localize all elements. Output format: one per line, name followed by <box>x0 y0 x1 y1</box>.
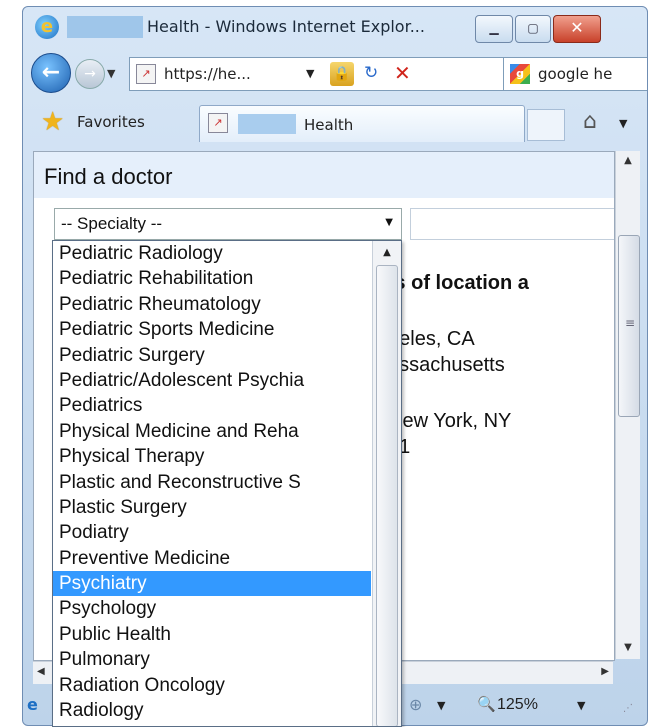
search-box[interactable]: g google he <box>503 57 647 91</box>
star-icon: ★ <box>41 107 65 137</box>
forward-arrow-icon: → <box>84 66 96 82</box>
back-button[interactable]: ← <box>31 53 71 93</box>
dropdown-option[interactable]: Pediatric Surgery <box>53 343 371 368</box>
specialty-dropdown-list[interactable]: Pediatric Radiology Pediatric Rehabilitat… <box>52 240 402 727</box>
tab-health[interactable]: ↗ Health <box>199 105 525 142</box>
dropdown-option[interactable]: Pediatric/Adolescent Psychia <box>53 368 371 393</box>
background-line: New York, NY <box>388 410 512 432</box>
dropdown-scroll-up-icon[interactable]: ▲ <box>373 247 401 258</box>
background-line: assachusetts <box>388 354 505 376</box>
redacted-tab-block <box>238 114 296 134</box>
dropdown-scrollbar[interactable]: ▲ <box>372 241 401 726</box>
favorites-bar: ★ Favorites ↗ Health ⌂ ▼ <box>23 99 647 147</box>
zoom-dropdown-icon[interactable]: ▼ <box>577 699 585 712</box>
favorites-button[interactable]: ★ Favorites <box>35 105 175 139</box>
home-dropdown-icon[interactable]: ▼ <box>619 117 627 130</box>
redacted-title-block <box>67 16 143 38</box>
minimize-icon: ▁ <box>489 21 499 35</box>
protected-mode-dropdown-icon[interactable]: ▼ <box>437 699 445 712</box>
dropdown-option[interactable]: Pediatric Rehabilitation <box>53 266 371 291</box>
dropdown-scrollbar-thumb[interactable] <box>376 265 398 726</box>
dropdown-option[interactable]: Plastic Surgery <box>53 495 371 520</box>
zoom-icon[interactable]: 🔍 <box>477 695 496 713</box>
dropdown-option[interactable]: Plastic and Reconstructive S <box>53 470 371 495</box>
search-text[interactable]: google he <box>538 65 612 83</box>
navigation-bar: ← → ▼ ↗ https://he... ▼ 🔒 ↻ ✕ g google h… <box>23 51 647 97</box>
new-tab-button[interactable] <box>527 109 565 141</box>
dropdown-option[interactable]: Pediatric Sports Medicine <box>53 317 371 342</box>
scroll-down-icon[interactable]: ▼ <box>616 642 640 653</box>
dropdown-option[interactable]: Physical Therapy <box>53 444 371 469</box>
close-icon: ✕ <box>570 18 584 37</box>
address-text[interactable]: https://he... <box>164 65 251 83</box>
zoom-level[interactable]: 125% <box>497 696 538 714</box>
specialty-select[interactable]: -- Specialty -- ▼ <box>54 208 402 240</box>
dropdown-option[interactable]: Pediatric Radiology <box>53 241 371 266</box>
tab-label: Health <box>304 116 354 134</box>
resize-grip-icon[interactable]: ⋰ <box>623 703 633 714</box>
tab-page-icon: ↗ <box>208 113 228 133</box>
grip-icon: ≡ <box>625 316 636 330</box>
heading-bar: Find a doctor <box>34 152 614 198</box>
forward-button[interactable]: → <box>75 59 105 89</box>
vertical-scrollbar[interactable]: ▲ ≡ ▼ <box>615 151 640 659</box>
dropdown-option[interactable]: Radiology <box>53 698 371 723</box>
dropdown-option[interactable]: Physical Medicine and Reha <box>53 419 371 444</box>
dropdown-option[interactable]: Pulmonary <box>53 647 371 672</box>
dropdown-option[interactable]: Pediatrics <box>53 393 371 418</box>
home-icon[interactable]: ⌂ <box>583 109 597 134</box>
minimize-button[interactable]: ▁ <box>475 15 513 43</box>
dropdown-option[interactable]: Preventive Medicine <box>53 546 371 571</box>
scrollbar-thumb[interactable]: ≡ <box>618 235 640 417</box>
dropdown-option[interactable]: Pediatric Rheumatology <box>53 292 371 317</box>
address-bar[interactable]: ↗ https://he... ▼ 🔒 ↻ ✕ <box>129 57 509 91</box>
back-arrow-icon: ← <box>41 60 61 85</box>
options-list: Pediatric Radiology Pediatric Rehabilitat… <box>53 241 371 723</box>
close-button[interactable]: ✕ <box>553 15 601 43</box>
address-dropdown-icon[interactable]: ▼ <box>306 67 314 80</box>
window-title: Health - Windows Internet Explor... <box>147 17 425 36</box>
dropdown-option[interactable]: Radiation Oncology <box>53 673 371 698</box>
internet-explorer-icon: e <box>35 15 59 39</box>
favorites-label: Favorites <box>77 113 145 131</box>
location-input[interactable] <box>410 208 614 240</box>
google-icon: g <box>510 64 530 84</box>
dropdown-option[interactable]: Psychology <box>53 596 371 621</box>
maximize-button[interactable]: ▢ <box>515 15 551 43</box>
scroll-left-icon[interactable]: ◀ <box>37 666 45 677</box>
dropdown-option[interactable]: Public Health <box>53 622 371 647</box>
scroll-up-icon[interactable]: ▲ <box>616 155 640 166</box>
dropdown-option[interactable]: Podiatry <box>53 520 371 545</box>
stop-icon[interactable]: ✕ <box>394 61 411 85</box>
page-title: Find a doctor <box>44 164 173 189</box>
scroll-right-icon[interactable]: ▶ <box>601 666 609 677</box>
maximize-icon: ▢ <box>527 21 539 35</box>
lock-icon[interactable]: 🔒 <box>330 62 354 86</box>
chevron-down-icon: ▼ <box>385 217 393 228</box>
dropdown-option[interactable]: Psychiatry <box>53 571 371 597</box>
page-icon: ↗ <box>136 64 156 84</box>
refresh-icon[interactable]: ↻ <box>364 63 378 83</box>
internet-explorer-status-icon: e <box>27 695 38 714</box>
recent-pages-dropdown-icon[interactable]: ▼ <box>107 67 115 80</box>
protected-mode-globe-icon[interactable]: ⊕ <box>409 695 422 714</box>
specialty-value: -- Specialty -- <box>61 214 163 233</box>
title-bar: e Health - Windows Internet Explor... ▁ … <box>23 7 647 47</box>
